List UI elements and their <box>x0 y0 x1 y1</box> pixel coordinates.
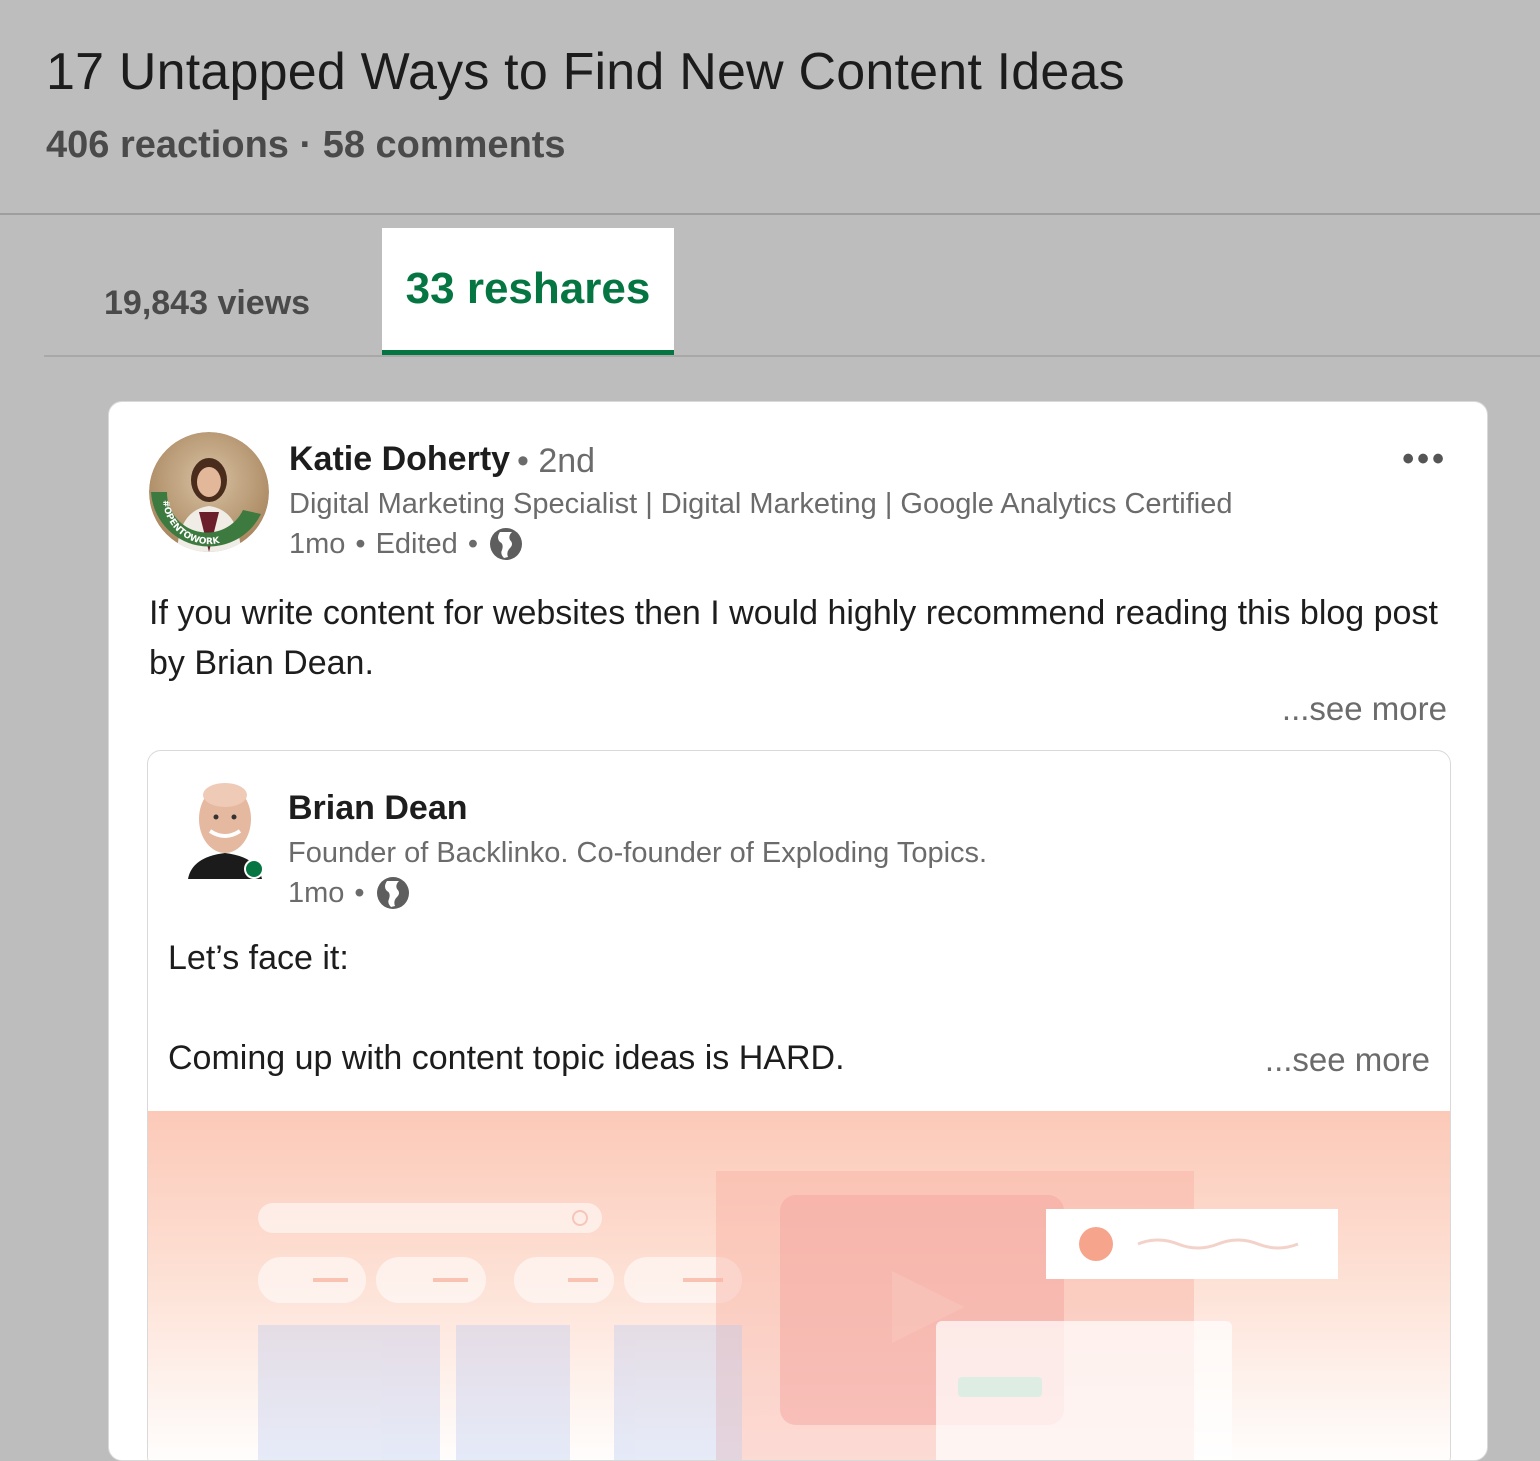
reshare-body: If you write content for websites then I… <box>149 594 1438 682</box>
shared-post-card[interactable]: Brian Dean Founder of Backlinko. Co-foun… <box>147 750 1451 1460</box>
brian-meta: 1mo • <box>288 875 411 911</box>
brian-avatar-image <box>188 783 264 879</box>
katie-name[interactable]: Katie Doherty <box>289 440 510 479</box>
brian-headline: Founder of Backlinko. Co-founder of Expl… <box>288 837 988 869</box>
brian-avatar[interactable] <box>182 779 268 883</box>
globe-icon <box>489 528 522 560</box>
edited-label: Edited <box>375 527 458 560</box>
shared-see-more-link[interactable]: ...see more <box>1265 1041 1430 1079</box>
see-more-link[interactable]: ...see more <box>1282 690 1447 728</box>
online-status-dot <box>246 861 262 877</box>
meta-separator: • <box>355 527 366 560</box>
brian-time: 1mo <box>288 876 345 909</box>
tab-reshares-label: 33 reshares <box>405 264 651 313</box>
katie-meta: 1mo • Edited • <box>289 526 524 562</box>
article-preview-image[interactable] <box>148 1111 1450 1460</box>
more-options-icon[interactable]: ••• <box>1402 440 1447 479</box>
tab-views[interactable]: 19,843 views <box>104 284 310 323</box>
reshare-card: #OPENTOWORK ••• Katie Doherty • 2nd Digi… <box>108 401 1488 1461</box>
katie-headline: Digital Marketing Specialist | Digital M… <box>289 488 1233 520</box>
katie-avatar[interactable]: #OPENTOWORK <box>149 432 269 552</box>
meta-separator: • <box>354 876 365 909</box>
preview-illustration <box>258 1171 1338 1460</box>
shared-post-line-2: Coming up with content topic ideas is HA… <box>168 1039 845 1077</box>
article-stats[interactable]: 406 reactions · 58 comments <box>46 124 566 167</box>
article-title: 17 Untapped Ways to Find New Content Ide… <box>46 43 1125 101</box>
tab-reshares[interactable]: 33 reshares <box>382 228 674 356</box>
katie-avatar-image: #OPENTOWORK <box>149 432 269 552</box>
globe-icon <box>376 877 409 909</box>
shared-post-line-1: Let’s face it: <box>168 939 349 977</box>
katie-time: 1mo <box>289 527 346 560</box>
connection-degree: • 2nd <box>517 442 596 480</box>
tabs-divider <box>44 355 1540 357</box>
brian-name[interactable]: Brian Dean <box>288 789 468 828</box>
meta-separator: • <box>467 527 478 560</box>
header-divider <box>0 213 1540 215</box>
